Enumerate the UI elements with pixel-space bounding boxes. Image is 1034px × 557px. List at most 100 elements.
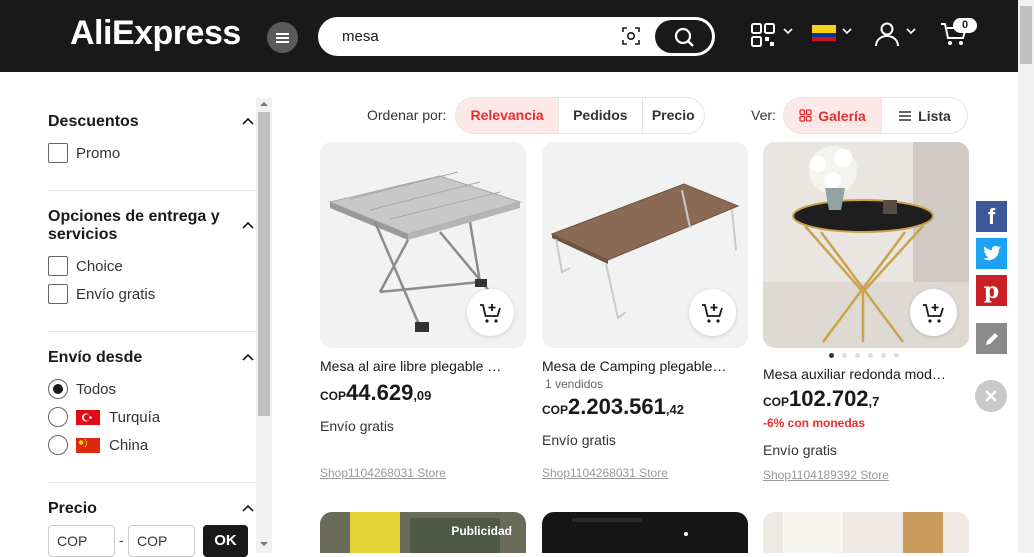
checkbox[interactable] bbox=[48, 143, 68, 163]
radio-button[interactable] bbox=[48, 435, 68, 455]
carousel-dot[interactable] bbox=[868, 353, 873, 358]
image-carousel-dots bbox=[829, 353, 899, 358]
add-to-cart-button[interactable] bbox=[689, 289, 736, 336]
checkbox[interactable] bbox=[48, 284, 68, 304]
option-label: Envío gratis bbox=[76, 285, 156, 303]
chevron-down-icon[interactable] bbox=[842, 28, 852, 34]
sort-relevance[interactable]: Relevancia bbox=[456, 98, 560, 133]
product-image[interactable] bbox=[542, 142, 748, 348]
filter-option-china[interactable]: China bbox=[48, 435, 148, 455]
qr-code-icon[interactable] bbox=[750, 22, 776, 48]
option-label: Promo bbox=[76, 144, 121, 162]
product-card[interactable]: Publicidad bbox=[320, 512, 526, 553]
search-bar: mesa bbox=[318, 17, 715, 56]
turkey-flag-icon bbox=[76, 409, 100, 425]
product-title[interactable]: Mesa al aire libre plegable po... bbox=[320, 358, 508, 374]
chevron-up-icon[interactable] bbox=[242, 504, 254, 512]
filter-option-turkey[interactable]: Turquía bbox=[48, 407, 160, 427]
sort-orders[interactable]: Pedidos bbox=[559, 98, 643, 133]
radio-button[interactable] bbox=[48, 379, 68, 399]
product-price: COP2.203.561,42 bbox=[542, 394, 748, 420]
page-scrollbar[interactable] bbox=[1018, 0, 1034, 553]
image-search-icon[interactable] bbox=[621, 26, 641, 46]
product-title[interactable]: Mesa de Camping plegable de... bbox=[542, 358, 730, 374]
twitter-share-button[interactable] bbox=[976, 238, 1007, 269]
cart-count-badge: 0 bbox=[953, 18, 977, 33]
product-title[interactable]: Mesa auxiliar redonda moder... bbox=[763, 366, 951, 382]
shipping-info: Envío gratis bbox=[320, 418, 394, 434]
colombia-flag-icon[interactable] bbox=[812, 25, 836, 41]
pinterest-icon: p bbox=[983, 277, 1000, 304]
pinterest-share-button[interactable]: p bbox=[976, 275, 1007, 306]
search-input[interactable]: mesa bbox=[342, 28, 379, 45]
scroll-down-arrow-icon[interactable] bbox=[259, 540, 269, 548]
page-scroll-thumb[interactable] bbox=[1020, 6, 1032, 64]
carousel-dot[interactable] bbox=[842, 353, 847, 358]
checkbox[interactable] bbox=[48, 256, 68, 276]
product-card[interactable]: Mesa auxiliar redonda moder... COP102.70… bbox=[763, 142, 969, 482]
product-card[interactable] bbox=[763, 512, 969, 553]
user-account-icon[interactable] bbox=[874, 21, 900, 47]
filter-delivery-options: Opciones de entrega y servicios Choice E… bbox=[48, 208, 256, 304]
price-currency: COP bbox=[542, 403, 569, 417]
store-link[interactable]: Shop1104189392 Store bbox=[763, 468, 969, 482]
price-integer: 2.203.561 bbox=[568, 394, 666, 419]
store-link[interactable]: Shop1104268031 Store bbox=[542, 466, 748, 480]
store-link[interactable]: Shop1104268031 Store bbox=[320, 466, 526, 480]
chevron-up-icon[interactable] bbox=[242, 221, 254, 229]
carousel-dot[interactable] bbox=[855, 353, 860, 358]
scroll-up-arrow-icon[interactable] bbox=[259, 100, 269, 108]
filter-option-all[interactable]: Todos bbox=[48, 379, 116, 399]
china-flag-icon bbox=[76, 437, 100, 453]
add-to-cart-button[interactable] bbox=[467, 289, 514, 336]
price-min-input[interactable]: COP bbox=[48, 525, 115, 557]
filter-sidebar bbox=[0, 72, 272, 553]
pencil-icon bbox=[985, 332, 998, 345]
product-image[interactable] bbox=[763, 142, 969, 348]
chevron-down-icon[interactable] bbox=[906, 28, 916, 34]
filter-title: Precio bbox=[48, 500, 97, 517]
grid-icon bbox=[799, 109, 812, 122]
edit-share-button[interactable] bbox=[976, 323, 1007, 354]
search-icon bbox=[674, 27, 694, 47]
filter-option-promo[interactable]: Promo bbox=[48, 143, 120, 163]
divider bbox=[48, 190, 256, 191]
price-decimal: ,7 bbox=[868, 394, 880, 409]
categories-menu-button[interactable] bbox=[267, 22, 298, 53]
view-gallery[interactable]: Galería bbox=[784, 98, 882, 133]
view-list[interactable]: Lista bbox=[882, 98, 967, 133]
carousel-dot[interactable] bbox=[829, 353, 834, 358]
product-card[interactable]: Mesa de Camping plegable de... 1 vendido… bbox=[542, 142, 748, 480]
product-card[interactable]: Mesa al aire libre plegable po... COP44.… bbox=[320, 142, 526, 480]
filter-option-free-shipping[interactable]: Envío gratis bbox=[48, 284, 155, 304]
price-max-input[interactable]: COP bbox=[128, 525, 195, 557]
chevron-down-icon[interactable] bbox=[783, 28, 793, 34]
product-price: COP44.629,09 bbox=[320, 380, 526, 406]
product-card[interactable] bbox=[542, 512, 748, 553]
facebook-share-button[interactable]: f bbox=[976, 201, 1007, 232]
option-label: Turquía bbox=[109, 408, 161, 426]
product-image[interactable] bbox=[320, 142, 526, 348]
filter-title: Envío desde bbox=[48, 349, 143, 366]
chevron-up-icon[interactable] bbox=[242, 117, 254, 125]
shipping-info: Envío gratis bbox=[542, 432, 616, 448]
view-label: Ver: bbox=[751, 107, 776, 123]
divider bbox=[48, 482, 256, 483]
chevron-up-icon[interactable] bbox=[242, 353, 254, 361]
carousel-dot[interactable] bbox=[894, 353, 899, 358]
price-ok-button[interactable]: OK bbox=[203, 525, 248, 557]
close-share-button[interactable] bbox=[975, 380, 1007, 412]
ad-label: Publicidad bbox=[451, 524, 512, 538]
search-button[interactable] bbox=[655, 20, 712, 53]
filter-option-choice[interactable]: Choice bbox=[48, 256, 123, 276]
option-label: Todos bbox=[76, 380, 117, 398]
product-price: COP102.702,7 bbox=[763, 386, 969, 412]
sidebar-scroll-thumb[interactable] bbox=[258, 112, 270, 416]
sort-price[interactable]: Precio bbox=[643, 98, 705, 133]
aliexpress-logo[interactable]: AliExpress bbox=[70, 14, 241, 53]
sort-label: Ordenar por: bbox=[367, 107, 447, 123]
carousel-dot[interactable] bbox=[881, 353, 886, 358]
price-currency: COP bbox=[320, 389, 347, 403]
add-to-cart-button[interactable] bbox=[910, 289, 957, 336]
radio-button[interactable] bbox=[48, 407, 68, 427]
